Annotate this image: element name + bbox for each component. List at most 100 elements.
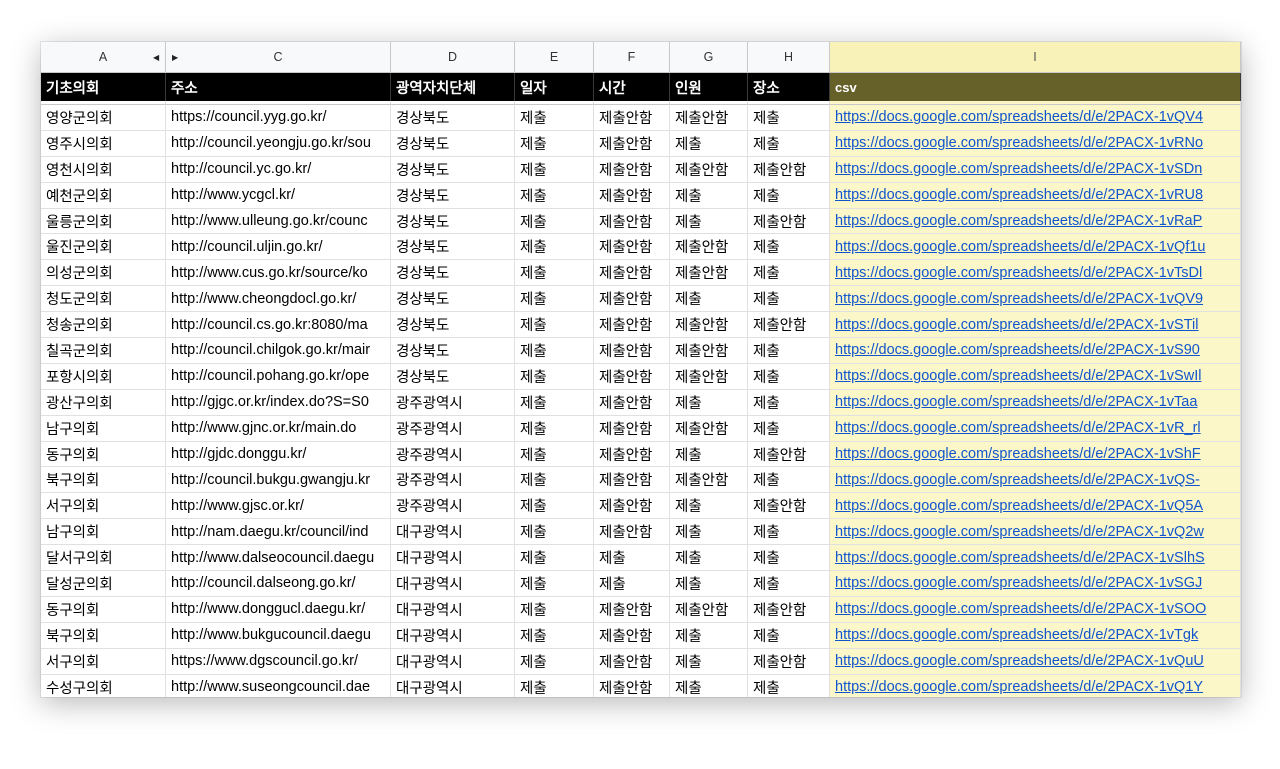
cell-time[interactable]: 제출안함: [594, 622, 670, 649]
cell-csv-link[interactable]: https://docs.google.com/spreadsheets/d/e…: [830, 674, 1241, 697]
cell-province[interactable]: 대구광역시: [391, 571, 515, 597]
cell-council[interactable]: 달성군의회: [41, 571, 166, 597]
cell-council[interactable]: 광산구의회: [41, 389, 166, 416]
cell-council[interactable]: 남구의회: [41, 519, 166, 546]
cell-place[interactable]: 제출: [748, 363, 830, 390]
cell-council[interactable]: 영양군의회: [41, 105, 166, 131]
csv-link[interactable]: https://docs.google.com/spreadsheets/d/e…: [835, 627, 1198, 643]
cell-province[interactable]: 광주광역시: [391, 467, 515, 494]
cell-council[interactable]: 청도군의회: [41, 286, 166, 313]
cell-date[interactable]: 제출: [515, 234, 594, 261]
cell-time[interactable]: 제출안함: [594, 519, 670, 546]
cell-council[interactable]: 서구의회: [41, 493, 166, 520]
cell-date[interactable]: 제출: [515, 674, 594, 697]
cell-people[interactable]: 제출안함: [670, 234, 748, 261]
csv-link[interactable]: https://docs.google.com/spreadsheets/d/e…: [835, 446, 1201, 462]
cell-date[interactable]: 제출: [515, 571, 594, 597]
cell-date[interactable]: 제출: [515, 441, 594, 468]
cell-csv-link[interactable]: https://docs.google.com/spreadsheets/d/e…: [830, 415, 1241, 442]
header-province[interactable]: 광역자치단체: [391, 73, 515, 101]
cell-time[interactable]: 제출안함: [594, 208, 670, 235]
cell-council[interactable]: 예천군의회: [41, 182, 166, 209]
cell-date[interactable]: 제출: [515, 338, 594, 364]
header-address[interactable]: 주소: [166, 73, 391, 101]
cell-address[interactable]: http://gjdc.donggu.kr/: [166, 441, 391, 468]
cell-province[interactable]: 경상북도: [391, 312, 515, 339]
cell-csv-link[interactable]: https://docs.google.com/spreadsheets/d/e…: [830, 156, 1241, 183]
cell-date[interactable]: 제출: [515, 545, 594, 572]
cell-address[interactable]: http://www.gjsc.or.kr/: [166, 493, 391, 520]
cell-csv-link[interactable]: https://docs.google.com/spreadsheets/d/e…: [830, 312, 1241, 339]
csv-link[interactable]: https://docs.google.com/spreadsheets/d/e…: [835, 394, 1197, 410]
cell-time[interactable]: 제출안함: [594, 441, 670, 468]
cell-people[interactable]: 제출: [670, 648, 748, 675]
cell-council[interactable]: 영주시의회: [41, 130, 166, 157]
cell-address[interactable]: http://www.suseongcouncil.dae: [166, 674, 391, 697]
cell-address[interactable]: http://nam.daegu.kr/council/ind: [166, 519, 391, 546]
expand-right-arrow-icon[interactable]: ▶: [172, 53, 178, 62]
cell-csv-link[interactable]: https://docs.google.com/spreadsheets/d/e…: [830, 260, 1241, 287]
cell-people[interactable]: 제출: [670, 441, 748, 468]
cell-people[interactable]: 제출안함: [670, 260, 748, 287]
cell-place[interactable]: 제출: [748, 622, 830, 649]
cell-date[interactable]: 제출: [515, 312, 594, 339]
cell-csv-link[interactable]: https://docs.google.com/spreadsheets/d/e…: [830, 338, 1241, 364]
cell-place[interactable]: 제출: [748, 338, 830, 364]
cell-time[interactable]: 제출안함: [594, 415, 670, 442]
cell-time[interactable]: 제출: [594, 571, 670, 597]
cell-csv-link[interactable]: https://docs.google.com/spreadsheets/d/e…: [830, 363, 1241, 390]
cell-province[interactable]: 광주광역시: [391, 493, 515, 520]
cell-address[interactable]: http://www.cus.go.kr/source/ko: [166, 260, 391, 287]
cell-people[interactable]: 제출: [670, 493, 748, 520]
cell-place[interactable]: 제출안함: [748, 208, 830, 235]
cell-date[interactable]: 제출: [515, 260, 594, 287]
cell-people[interactable]: 제출안함: [670, 338, 748, 364]
cell-council[interactable]: 동구의회: [41, 596, 166, 623]
cell-time[interactable]: 제출안함: [594, 338, 670, 364]
cell-province[interactable]: 대구광역시: [391, 545, 515, 572]
csv-link[interactable]: https://docs.google.com/spreadsheets/d/e…: [835, 550, 1205, 566]
csv-link[interactable]: https://docs.google.com/spreadsheets/d/e…: [835, 575, 1202, 591]
cell-place[interactable]: 제출: [748, 467, 830, 494]
cell-address[interactable]: http://www.donggucl.daegu.kr/: [166, 596, 391, 623]
cell-address[interactable]: http://www.bukgucouncil.daegu: [166, 622, 391, 649]
expand-left-arrow-icon[interactable]: ◀: [153, 53, 159, 62]
cell-people[interactable]: 제출: [670, 286, 748, 313]
csv-link[interactable]: https://docs.google.com/spreadsheets/d/e…: [835, 420, 1201, 436]
csv-link[interactable]: https://docs.google.com/spreadsheets/d/e…: [835, 213, 1202, 229]
cell-council[interactable]: 남구의회: [41, 415, 166, 442]
cell-council[interactable]: 수성구의회: [41, 674, 166, 697]
cell-province[interactable]: 대구광역시: [391, 622, 515, 649]
csv-link[interactable]: https://docs.google.com/spreadsheets/d/e…: [835, 187, 1203, 203]
cell-people[interactable]: 제출: [670, 674, 748, 697]
cell-people[interactable]: 제출안함: [670, 363, 748, 390]
csv-link[interactable]: https://docs.google.com/spreadsheets/d/e…: [835, 342, 1200, 358]
header-council[interactable]: 기초의회: [41, 73, 166, 101]
cell-address[interactable]: http://www.gjnc.or.kr/main.do: [166, 415, 391, 442]
cell-place[interactable]: 제출안함: [748, 648, 830, 675]
cell-council[interactable]: 서구의회: [41, 648, 166, 675]
cell-council[interactable]: 북구의회: [41, 622, 166, 649]
cell-csv-link[interactable]: https://docs.google.com/spreadsheets/d/e…: [830, 234, 1241, 261]
cell-province[interactable]: 경상북도: [391, 286, 515, 313]
cell-time[interactable]: 제출안함: [594, 648, 670, 675]
cell-council[interactable]: 포항시의회: [41, 363, 166, 390]
cell-province[interactable]: 경상북도: [391, 182, 515, 209]
column-header-a[interactable]: A: [41, 42, 166, 73]
cell-people[interactable]: 제출안함: [670, 596, 748, 623]
cell-place[interactable]: 제출: [748, 674, 830, 697]
cell-address[interactable]: http://gjgc.or.kr/index.do?S=S0: [166, 389, 391, 416]
cell-province[interactable]: 광주광역시: [391, 389, 515, 416]
cell-place[interactable]: 제출: [748, 545, 830, 572]
header-date[interactable]: 일자: [515, 73, 594, 101]
column-header-d[interactable]: D: [391, 42, 515, 73]
cell-province[interactable]: 경상북도: [391, 105, 515, 131]
cell-people[interactable]: 제출안함: [670, 415, 748, 442]
cell-place[interactable]: 제출: [748, 389, 830, 416]
cell-csv-link[interactable]: https://docs.google.com/spreadsheets/d/e…: [830, 545, 1241, 572]
cell-address[interactable]: http://council.chilgok.go.kr/mair: [166, 338, 391, 364]
cell-date[interactable]: 제출: [515, 596, 594, 623]
cell-place[interactable]: 제출안함: [748, 156, 830, 183]
cell-csv-link[interactable]: https://docs.google.com/spreadsheets/d/e…: [830, 286, 1241, 313]
cell-address[interactable]: http://www.ycgcl.kr/: [166, 182, 391, 209]
